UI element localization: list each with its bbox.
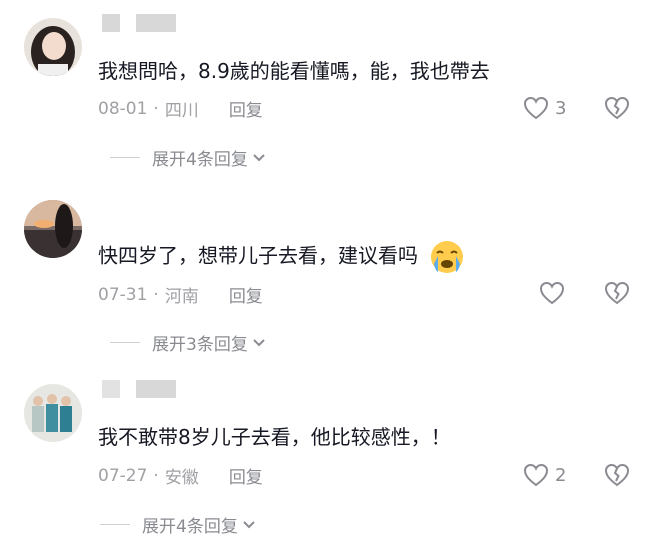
heart-outline-icon [523, 463, 549, 487]
expand-replies-button[interactable]: 展开4条回复 [100, 512, 256, 537]
divider-line [110, 157, 140, 158]
comment-date: 07-31 [98, 284, 148, 305]
dislike-button[interactable] [604, 96, 630, 124]
avatar[interactable] [24, 200, 82, 258]
reply-button[interactable]: 回复 [229, 463, 263, 488]
comment-text: 快四岁了，想带儿子去看，建议看吗 [98, 240, 464, 274]
chevron-down-icon [243, 520, 255, 528]
expand-replies-label: 展开3条回复 [152, 335, 248, 355]
chevron-down-icon [253, 153, 265, 161]
expand-replies-label: 展开4条回复 [142, 517, 238, 537]
heart-outline-icon [523, 96, 549, 120]
comment-meta: 08-01 · 四川 回复 [98, 96, 263, 122]
broken-heart-icon [604, 463, 630, 487]
expand-replies-label: 展开4条回复 [152, 150, 248, 170]
like-button[interactable]: 2 [523, 463, 566, 487]
heart-outline-icon [539, 281, 565, 305]
comment-text: 我想問哈，8.9歲的能看懂嗎，能，我也帶去 [98, 59, 490, 83]
avatar[interactable] [24, 384, 82, 442]
separator: · [153, 284, 159, 305]
like-button[interactable] [539, 281, 571, 305]
comment-date: 08-01 [98, 98, 148, 119]
broken-heart-icon [604, 96, 630, 120]
divider-line [110, 342, 140, 343]
separator: · [153, 465, 159, 486]
chevron-down-icon [253, 338, 265, 346]
comment-date: 07-27 [98, 465, 148, 486]
expand-replies-button[interactable]: 展开3条回复 [110, 330, 266, 355]
like-count: 2 [555, 464, 567, 486]
username-redacted[interactable] [102, 380, 176, 398]
reply-button[interactable]: 回复 [229, 96, 263, 121]
like-button[interactable]: 3 [523, 96, 566, 120]
comment-location: 四川 [164, 101, 199, 121]
comment-location: 安徽 [164, 468, 199, 488]
reply-button[interactable]: 回复 [229, 282, 263, 307]
comment-meta: 07-27 · 安徽 回复 [98, 463, 263, 489]
dislike-button[interactable] [604, 281, 630, 309]
broken-heart-icon [604, 281, 630, 305]
comment-text: 我不敢带8岁儿子去看，他比较感性，！ [98, 425, 451, 449]
comment-location: 河南 [164, 287, 199, 307]
separator: · [153, 98, 159, 119]
like-count: 3 [555, 97, 567, 119]
avatar[interactable] [24, 18, 82, 76]
expand-replies-button[interactable]: 展开4条回复 [110, 145, 266, 170]
divider-line [100, 524, 130, 525]
username-redacted[interactable] [102, 14, 176, 32]
comment-meta: 07-31 · 河南 回复 [98, 282, 263, 308]
crying-face-emoji [431, 241, 464, 273]
dislike-button[interactable] [604, 463, 630, 491]
